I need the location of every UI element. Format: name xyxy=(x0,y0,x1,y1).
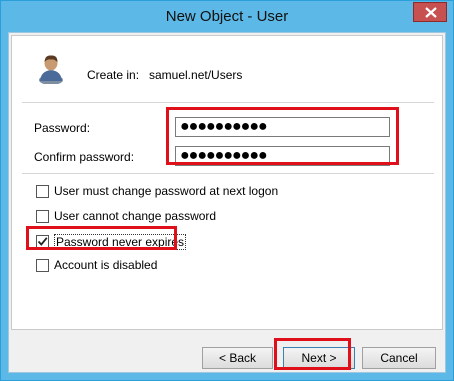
back-button[interactable]: < Back xyxy=(202,347,273,369)
cancel-button[interactable]: Cancel xyxy=(362,347,436,369)
must-change-password-checkbox[interactable] xyxy=(36,185,49,198)
password-never-expires-highlight xyxy=(26,226,177,250)
password-label: Password: xyxy=(34,121,91,135)
title-bar[interactable]: New Object - User xyxy=(1,1,453,32)
cannot-change-password-checkbox[interactable] xyxy=(36,210,49,223)
close-button[interactable] xyxy=(413,2,447,22)
dialog-client: Create in: samuel.net/Users Password: ●●… xyxy=(8,32,446,373)
must-change-password-label: User must change password at next logon xyxy=(54,184,279,198)
account-disabled-checkbox[interactable] xyxy=(36,259,49,272)
user-icon xyxy=(39,55,63,84)
dialog-window: New Object - User Create in: samuel.net/… xyxy=(0,0,454,381)
separator xyxy=(22,102,434,103)
separator xyxy=(22,173,434,174)
create-in-label: Create in: xyxy=(87,68,140,82)
cannot-change-password-label: User cannot change password xyxy=(54,209,217,223)
confirm-password-label: Confirm password: xyxy=(34,150,135,164)
content-panel: Create in: samuel.net/Users Password: ●●… xyxy=(11,35,443,330)
create-in-value: samuel.net/Users xyxy=(149,68,243,82)
window-title: New Object - User xyxy=(165,8,289,25)
password-fields-highlight xyxy=(166,107,399,165)
next-button-highlight xyxy=(274,338,351,370)
account-disabled-label: Account is disabled xyxy=(54,258,158,272)
close-icon xyxy=(425,7,437,18)
